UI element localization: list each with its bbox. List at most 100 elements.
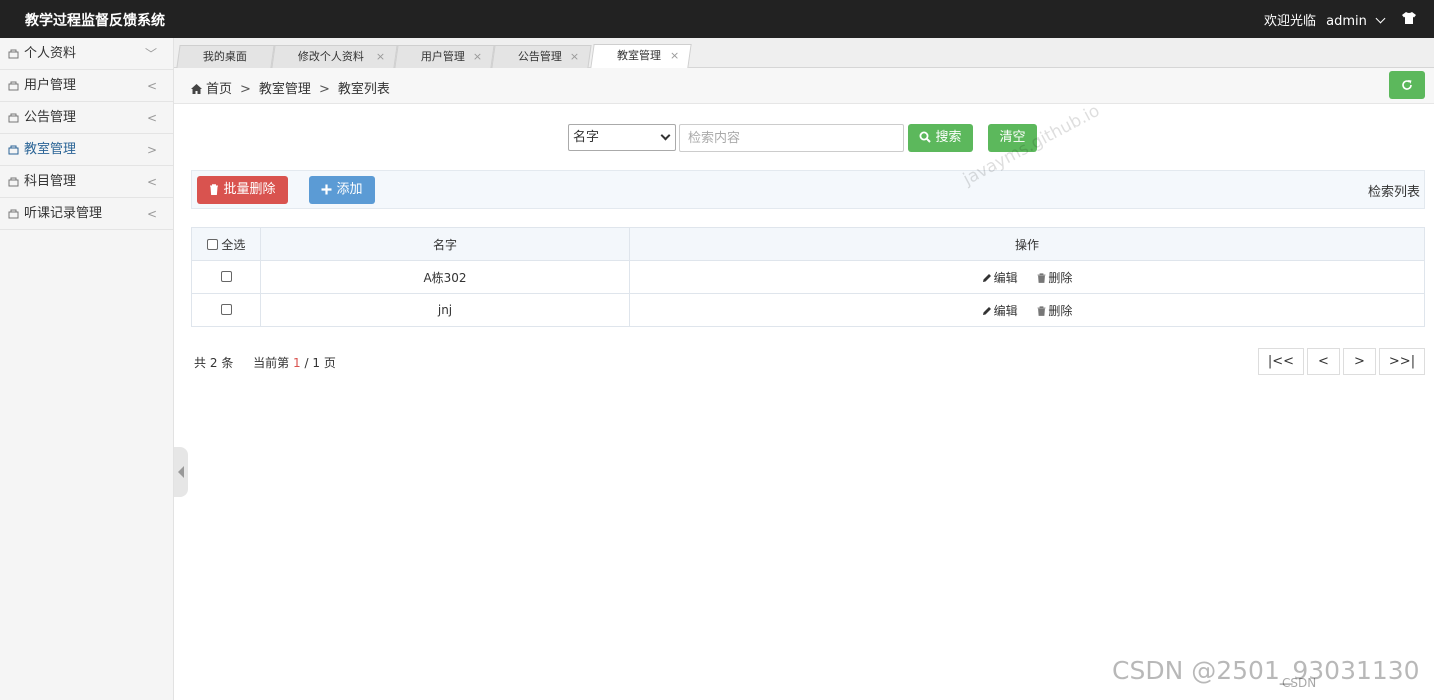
prev-page-button[interactable]: < — [1307, 348, 1340, 375]
sidebar: 个人资料 ﹀ 用户管理 < 公告管理 < 教室管理 > 科目管理 < 听课记录管… — [0, 38, 174, 700]
tab-label: 教室管理 — [617, 49, 661, 62]
trash-icon — [1037, 305, 1046, 316]
refresh-button[interactable] — [1389, 71, 1425, 99]
folder-icon — [8, 177, 19, 187]
sidebar-item-label: 科目管理 — [24, 174, 77, 189]
list-title: 检索列表 — [1367, 185, 1420, 200]
username[interactable]: admin — [1326, 14, 1367, 29]
sidebar-collapse-handle[interactable] — [174, 447, 188, 497]
sidebar-item-label: 听课记录管理 — [24, 206, 103, 221]
close-icon[interactable]: × — [670, 45, 679, 67]
chevron-down-icon — [660, 130, 671, 141]
tab-classrooms[interactable]: 教室管理 × — [590, 44, 692, 68]
search-field-select[interactable]: 名字 — [568, 124, 676, 151]
welcome-text: 欢迎光临 — [1263, 14, 1316, 29]
search-button-label: 搜索 — [935, 130, 962, 145]
search-field-value: 名字 — [573, 130, 600, 145]
edit-button[interactable]: 编辑 — [982, 269, 1018, 286]
delete-button[interactable]: 删除 — [1037, 269, 1072, 286]
trash-icon — [210, 184, 219, 195]
pager-info: 共 2 条 当前第 1 / 1 页 — [194, 354, 336, 371]
batch-delete-button[interactable]: 批量删除 — [197, 176, 288, 204]
pager-pages-suffix: 页 — [323, 356, 336, 370]
close-icon[interactable]: × — [570, 46, 579, 68]
pencil-icon — [982, 273, 991, 282]
tab-users[interactable]: 用户管理 × — [394, 45, 495, 68]
tab-label: 修改个人资料 — [297, 50, 364, 63]
first-page-button[interactable]: |<< — [1258, 348, 1304, 375]
pencil-icon — [982, 306, 991, 315]
pager-current-prefix: 当前第 — [253, 356, 290, 370]
tab-label: 公告管理 — [517, 50, 562, 63]
tab-label: 我的桌面 — [202, 50, 247, 63]
chevron-icon: < — [146, 111, 157, 125]
breadcrumb: 首页 > 教室管理 > 教室列表 — [174, 68, 1434, 104]
tab-label: 用户管理 — [420, 50, 465, 63]
close-icon[interactable]: × — [473, 46, 482, 68]
classroom-table: 全选 名字 操作 A栋302 编辑 删除 jnj 编辑 删除 — [191, 227, 1425, 327]
sidebar-item-profile[interactable]: 个人资料 ﹀ — [0, 38, 173, 70]
clear-button[interactable]: 清空 — [988, 124, 1037, 152]
folder-icon — [8, 209, 19, 219]
app-title: 教学过程监督反馈系统 — [25, 13, 165, 29]
pager-total-pages: 1 — [312, 356, 320, 370]
folder-icon — [8, 81, 19, 91]
clear-button-label: 清空 — [999, 130, 1026, 145]
chevron-icon: < — [146, 175, 157, 189]
trash-icon — [1037, 272, 1046, 283]
theme-shirt-icon[interactable] — [1402, 12, 1416, 24]
watermark-csdn-small: CSDN — [1282, 676, 1317, 690]
select-all-header[interactable]: 全选 — [191, 227, 261, 261]
sidebar-item-label: 公告管理 — [24, 110, 77, 125]
tab-edit-profile[interactable]: 修改个人资料 × — [271, 45, 398, 68]
delete-label: 删除 — [1048, 303, 1073, 318]
home-icon — [191, 84, 202, 94]
sidebar-item-notices[interactable]: 公告管理 < — [0, 102, 173, 134]
breadcrumb-separator: > — [240, 82, 251, 97]
sidebar-item-lecture-records[interactable]: 听课记录管理 < — [0, 198, 173, 230]
tab-desktop[interactable]: 我的桌面 — [176, 45, 275, 68]
next-page-button[interactable]: > — [1343, 348, 1376, 375]
chevron-down-icon[interactable] — [1375, 13, 1386, 24]
chevron-icon: < — [146, 79, 157, 93]
row-checkbox[interactable] — [220, 271, 232, 282]
add-button-label: 添加 — [336, 182, 363, 197]
list-toolbar: 批量删除 添加 检索列表 — [191, 170, 1425, 209]
search-icon — [919, 131, 932, 143]
add-button[interactable]: 添加 — [309, 176, 375, 204]
sidebar-item-users[interactable]: 用户管理 < — [0, 70, 173, 102]
sidebar-item-classrooms[interactable]: 教室管理 > — [0, 134, 173, 166]
pager-separator: / — [304, 356, 309, 370]
pager-total: 2 — [209, 356, 218, 370]
pager-total-suffix: 条 — [221, 356, 234, 370]
chevron-icon: < — [146, 207, 157, 221]
top-bar: 教学过程监督反馈系统 欢迎光临 admin — [0, 0, 1434, 38]
folder-icon — [8, 49, 19, 59]
name-column-header: 名字 — [260, 227, 630, 261]
delete-button[interactable]: 删除 — [1037, 302, 1072, 319]
user-menu[interactable]: 欢迎光临 admin — [1263, 10, 1386, 29]
refresh-icon — [1402, 80, 1412, 90]
sidebar-item-subjects[interactable]: 科目管理 < — [0, 166, 173, 198]
sidebar-item-label: 个人资料 — [24, 46, 77, 61]
folder-icon — [8, 113, 19, 123]
breadcrumb-section[interactable]: 教室管理 — [259, 82, 311, 97]
batch-delete-label: 批量删除 — [223, 182, 276, 197]
breadcrumb-current: 教室列表 — [337, 82, 390, 97]
row-checkbox[interactable] — [220, 304, 232, 315]
pager-total-prefix: 共 — [194, 356, 207, 370]
table-header-row: 全选 名字 操作 — [191, 227, 1425, 261]
classroom-name-cell: jnj — [260, 293, 630, 327]
close-icon[interactable]: × — [376, 46, 385, 68]
classroom-name-cell: A栋302 — [260, 260, 630, 294]
edit-button[interactable]: 编辑 — [982, 302, 1018, 319]
table-row: A栋302 编辑 删除 — [191, 260, 1425, 294]
last-page-button[interactable]: >>| — [1379, 348, 1425, 375]
select-all-checkbox[interactable] — [206, 238, 218, 250]
breadcrumb-home[interactable]: 首页 — [206, 82, 232, 97]
search-input[interactable] — [679, 124, 904, 152]
watermark-csdn: CSDN @2501_93031130 — [1112, 656, 1420, 685]
plus-icon — [321, 184, 332, 195]
tab-notices[interactable]: 公告管理 × — [491, 45, 592, 68]
search-button[interactable]: 搜索 — [908, 124, 973, 152]
